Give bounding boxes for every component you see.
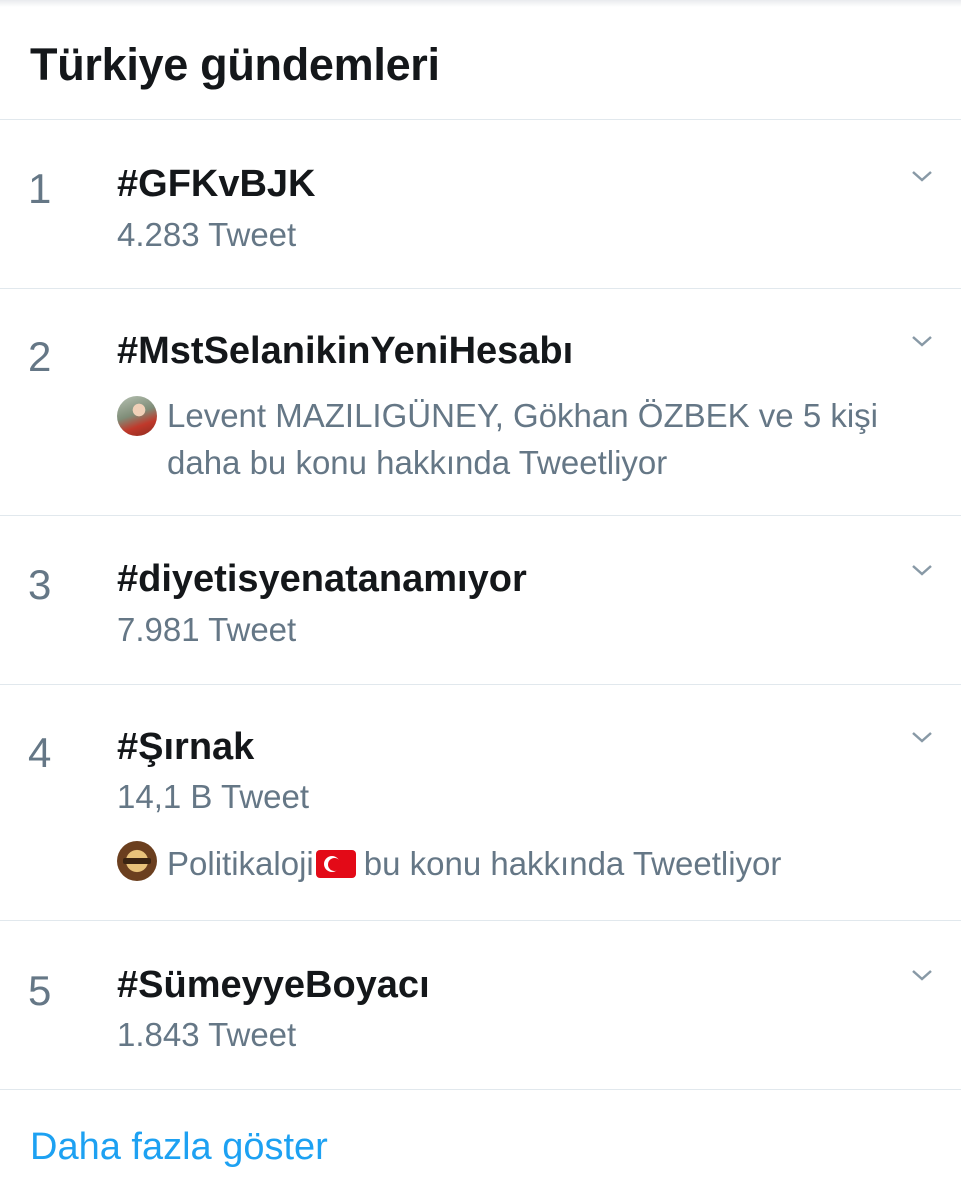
chevron-down-icon[interactable] (911, 165, 933, 187)
trend-rank: 3 (28, 561, 52, 608)
trend-context-text: bu konu hakkında Tweetliyor (363, 845, 782, 882)
trends-header: Türkiye gündemleri (0, 7, 961, 120)
chevron-down-icon[interactable] (911, 726, 933, 748)
trend-item-2[interactable]: 2 #MstSelanikinYeniHesabı Levent MAZILIG… (0, 290, 961, 516)
trend-context-user: Politikaloji (167, 845, 314, 882)
trend-name[interactable]: #GFKvBJK (117, 163, 316, 206)
trend-tweet-count: 14,1 B Tweet (117, 778, 310, 815)
politikaloji-avatar-icon (117, 841, 157, 881)
trend-rank: 5 (28, 967, 52, 1014)
chevron-down-icon[interactable] (911, 559, 933, 581)
trend-item-4[interactable]: 4 #Şırnak 14,1 B Tweet Politikaloji bu ko… (0, 686, 961, 921)
trend-item-5[interactable]: 5 #SümeyyeBoyacı 1.843 Tweet (0, 922, 961, 1090)
chevron-down-icon[interactable] (911, 964, 933, 986)
trend-name[interactable]: #SümeyyeBoyacı (117, 964, 430, 1007)
trends-panel: Türkiye gündemleri 1 #GFKvBJK 4.283 Twee… (0, 0, 961, 1200)
chevron-down-icon[interactable] (911, 330, 933, 352)
user-avatar-icon (117, 396, 157, 436)
show-more-link[interactable]: Daha fazla göster (30, 1126, 328, 1169)
page-title: Türkiye gündemleri (30, 39, 440, 90)
trend-name[interactable]: #diyetisyenatanamıyor (117, 558, 527, 601)
top-shadow (0, 0, 961, 7)
trend-rank: 2 (28, 333, 52, 380)
trend-rank: 1 (28, 165, 52, 212)
turkey-flag-icon (315, 850, 356, 878)
trend-name[interactable]: #Şırnak (117, 726, 254, 769)
trend-context: Levent MAZILIGÜNEY, Gökhan ÖZBEK ve 5 ki… (117, 392, 921, 486)
trend-name[interactable]: #MstSelanikinYeniHesabı (117, 330, 573, 373)
trend-rank: 4 (28, 729, 52, 776)
trend-context: Politikaloji bu konu hakkında Tweetliyor (117, 840, 921, 887)
trend-tweet-count: 4.283 Tweet (117, 216, 297, 253)
trend-tweet-count: 7.981 Tweet (117, 611, 297, 648)
trend-tweet-count: 1.843 Tweet (117, 1016, 297, 1053)
trend-context-text: Levent MAZILIGÜNEY, Gökhan ÖZBEK ve 5 ki… (167, 397, 879, 481)
trend-item-1[interactable]: 1 #GFKvBJK 4.283 Tweet (0, 121, 961, 289)
trend-item-3[interactable]: 3 #diyetisyenatanamıyor 7.981 Tweet (0, 517, 961, 685)
